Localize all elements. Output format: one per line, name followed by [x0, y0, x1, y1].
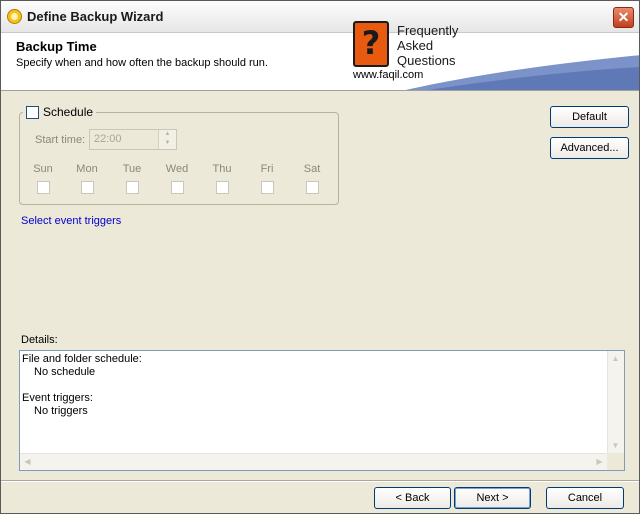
day-checkbox[interactable]: [36, 181, 50, 194]
logo-line: Frequently: [397, 23, 459, 38]
day-label: Wed: [165, 163, 189, 175]
page-title: Backup Time: [16, 39, 97, 54]
back-button[interactable]: < Back: [374, 487, 451, 509]
cancel-button[interactable]: Cancel: [546, 487, 624, 509]
logo-line: Asked: [397, 38, 434, 53]
day-label: Sat: [303, 163, 321, 175]
event-triggers-value: No triggers: [34, 405, 88, 417]
window-title: Define Backup Wizard: [27, 9, 164, 24]
scroll-up-icon[interactable]: ▲: [608, 351, 623, 366]
day-tue[interactable]: Tue: [117, 163, 147, 197]
title-bar: Define Backup Wizard ✕: [1, 1, 639, 33]
day-label: Mon: [76, 163, 98, 175]
day-checkbox[interactable]: [80, 181, 94, 194]
day-checkbox[interactable]: [215, 181, 229, 194]
details-box[interactable]: File and folder schedule: No schedule Ev…: [19, 350, 625, 471]
spin-down-icon[interactable]: ▼: [159, 139, 176, 148]
file-schedule-heading: File and folder schedule:: [22, 353, 142, 365]
file-schedule-value: No schedule: [34, 366, 96, 378]
scroll-corner: [607, 453, 624, 470]
day-label: Fri: [260, 163, 274, 175]
select-event-triggers-link[interactable]: Select event triggers: [21, 215, 121, 227]
day-checkbox[interactable]: [260, 181, 274, 194]
scroll-left-icon[interactable]: ◀: [20, 454, 35, 469]
day-thu[interactable]: Thu: [207, 163, 237, 197]
wizard-header: Backup Time Specify when and how often t…: [1, 33, 639, 91]
day-label: Thu: [212, 163, 232, 175]
time-spinner[interactable]: ▲ ▼: [158, 130, 176, 149]
day-label: Sun: [33, 163, 53, 175]
event-triggers-heading: Event triggers:: [22, 392, 93, 404]
day-sat[interactable]: Sat: [297, 163, 327, 197]
faq-logo-icon: ?: [353, 21, 389, 67]
next-button[interactable]: Next >: [454, 487, 531, 509]
day-checkbox[interactable]: [170, 181, 184, 194]
day-checkbox[interactable]: [125, 181, 139, 194]
day-fri[interactable]: Fri: [252, 163, 282, 197]
day-label: Tue: [122, 163, 142, 175]
vertical-scrollbar[interactable]: ▲ ▼: [607, 351, 624, 453]
wizard-window: Define Backup Wizard ✕ Backup Time Speci…: [0, 0, 640, 514]
day-wed[interactable]: Wed: [162, 163, 192, 197]
schedule-label: Schedule: [43, 105, 94, 119]
spin-up-icon[interactable]: ▲: [159, 130, 176, 139]
day-mon[interactable]: Mon: [72, 163, 102, 197]
default-button[interactable]: Default: [550, 106, 629, 128]
faq-logo-text: Frequently Asked Questions: [397, 23, 458, 68]
details-content: File and folder schedule: No schedule Ev…: [22, 353, 142, 418]
schedule-checkbox[interactable]: [26, 105, 39, 119]
app-icon: [7, 9, 22, 24]
day-checkbox[interactable]: [305, 181, 319, 194]
scroll-right-icon[interactable]: ▶: [592, 454, 607, 469]
logo-line: Questions: [397, 53, 456, 68]
schedule-checkbox-row[interactable]: Schedule: [23, 105, 97, 119]
page-subtitle: Specify when and how often the backup sh…: [16, 57, 268, 69]
start-time-label: Start time:: [35, 134, 86, 146]
details-label: Details:: [21, 334, 58, 346]
advanced-button[interactable]: Advanced...: [550, 137, 629, 159]
day-sun[interactable]: Sun: [28, 163, 58, 197]
logo-url: www.faqil.com: [353, 69, 424, 81]
footer-divider: [1, 480, 639, 482]
close-icon: ✕: [617, 9, 630, 25]
horizontal-scrollbar[interactable]: ◀ ▶: [20, 453, 607, 470]
scroll-down-icon[interactable]: ▼: [608, 438, 623, 453]
close-button[interactable]: ✕: [613, 7, 634, 28]
